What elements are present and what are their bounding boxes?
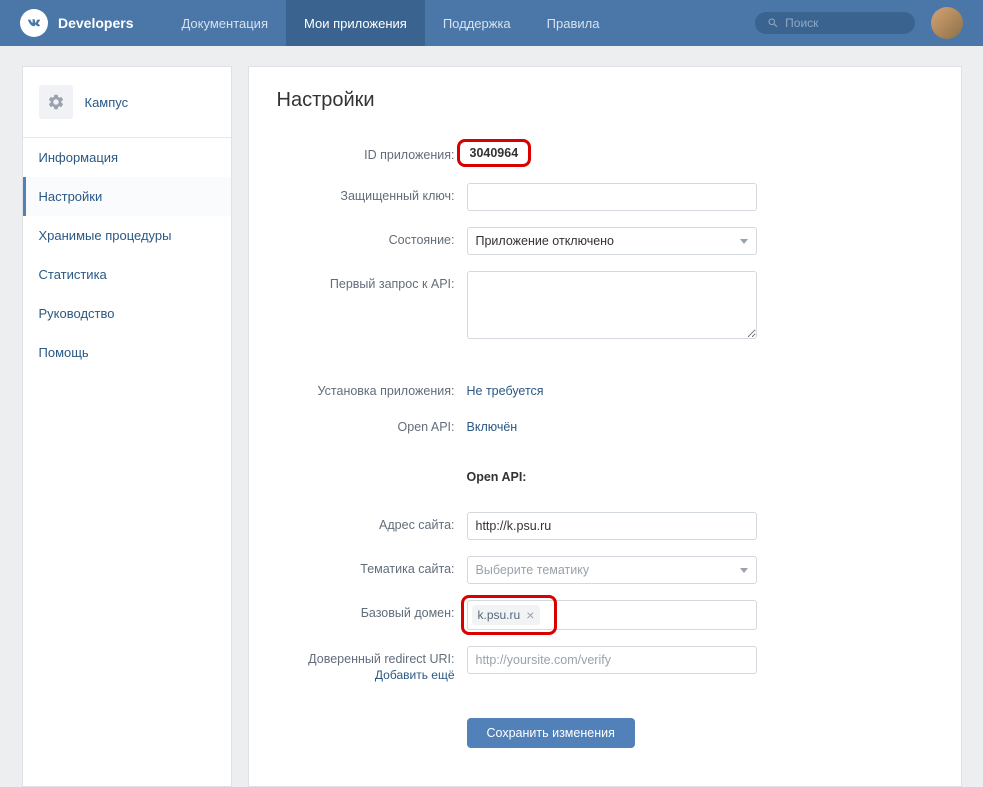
site-address-label: Адрес сайта: xyxy=(277,512,467,532)
nav-rules[interactable]: Правила xyxy=(529,0,618,46)
search-icon xyxy=(767,16,779,30)
sidebar-item-info[interactable]: Информация xyxy=(23,138,231,177)
sidebar-item-help[interactable]: Помощь xyxy=(23,333,231,372)
secret-key-label: Защищенный ключ: xyxy=(277,183,467,203)
app-id-value: 3040964 xyxy=(457,139,532,167)
search-box[interactable] xyxy=(755,12,915,34)
vk-logo-icon[interactable] xyxy=(20,9,48,37)
brand-label: Developers xyxy=(58,15,133,31)
close-icon[interactable]: × xyxy=(526,608,534,622)
top-nav: Документация Мои приложения Поддержка Пр… xyxy=(163,0,617,46)
open-api-value-link[interactable]: Включён xyxy=(467,420,518,434)
nav-documentation[interactable]: Документация xyxy=(163,0,286,46)
base-domain-input[interactable]: k.psu.ru × xyxy=(467,600,757,630)
first-api-textarea[interactable] xyxy=(467,271,757,339)
status-label: Состояние: xyxy=(277,227,467,247)
page-title: Настройки xyxy=(277,89,933,112)
sidebar-item-procedures[interactable]: Хранимые процедуры xyxy=(23,216,231,255)
install-value-link[interactable]: Не требуется xyxy=(467,384,544,398)
user-avatar[interactable] xyxy=(931,7,963,39)
base-domain-label: Базовый домен: xyxy=(277,600,467,620)
nav-my-apps[interactable]: Мои приложения xyxy=(286,0,425,46)
sidebar-item-guide[interactable]: Руководство xyxy=(23,294,231,333)
first-api-label: Первый запрос к API: xyxy=(277,271,467,291)
sidebar-item-settings[interactable]: Настройки xyxy=(23,177,231,216)
status-select-value: Приложение отключено xyxy=(476,234,615,248)
site-theme-placeholder: Выберите тематику xyxy=(476,563,590,577)
open-api-label: Open API: xyxy=(277,414,467,434)
site-theme-select[interactable]: Выберите тематику xyxy=(467,556,757,584)
redirect-label: Доверенный redirect URI: Добавить ещё xyxy=(277,646,467,682)
logo-area: Developers xyxy=(20,9,133,37)
save-button[interactable]: Сохранить изменения xyxy=(467,718,635,748)
domain-tag-label: k.psu.ru xyxy=(478,608,521,622)
main-panel: Настройки ID приложения: 3040964 Защищен… xyxy=(248,66,962,787)
sidebar-header: Кампус xyxy=(23,67,231,138)
gear-icon xyxy=(39,85,73,119)
chevron-down-icon xyxy=(740,239,748,244)
app-name-label[interactable]: Кампус xyxy=(85,95,129,110)
search-input[interactable] xyxy=(785,16,903,30)
chevron-down-icon xyxy=(740,568,748,573)
add-more-link[interactable]: Добавить ещё xyxy=(277,668,455,682)
sidebar-item-statistics[interactable]: Статистика xyxy=(23,255,231,294)
status-select[interactable]: Приложение отключено xyxy=(467,227,757,255)
install-label: Установка приложения: xyxy=(277,378,467,398)
domain-tag: k.psu.ru × xyxy=(472,605,541,625)
sidebar: Кампус Информация Настройки Хранимые про… xyxy=(22,66,232,787)
open-api-heading: Open API: xyxy=(467,470,757,484)
redirect-uri-input[interactable] xyxy=(467,646,757,674)
top-navbar: Developers Документация Мои приложения П… xyxy=(0,0,983,46)
nav-support[interactable]: Поддержка xyxy=(425,0,529,46)
site-theme-label: Тематика сайта: xyxy=(277,556,467,576)
site-address-input[interactable] xyxy=(467,512,757,540)
secret-key-input[interactable] xyxy=(467,183,757,211)
app-id-label: ID приложения: xyxy=(277,142,467,162)
